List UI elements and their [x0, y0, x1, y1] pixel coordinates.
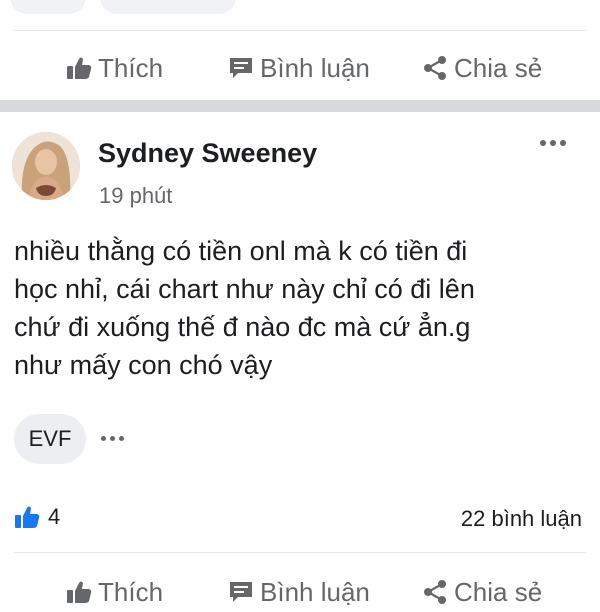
post-author[interactable]: Sydney Sweeney — [98, 138, 317, 169]
previous-reaction-pill — [10, 0, 86, 14]
divider — [14, 30, 586, 31]
post-text-line: như mấy con chó vậy — [14, 350, 273, 380]
blue-thumbs-up-icon — [15, 506, 40, 528]
post-text-line: chứ đi xuống thế đ nào đc mà cứ ẳn.g — [14, 312, 471, 342]
like-label: Thích — [98, 52, 164, 83]
post-text-line: nhiều thằng có tiền onl mà k có tiền đi — [14, 236, 468, 266]
like-button[interactable]: Thích — [66, 48, 163, 88]
previous-reaction-pill — [100, 0, 236, 14]
action-bar-top: Thích Bình luận Chia sẻ — [0, 48, 600, 88]
like-button[interactable]: Thích — [66, 572, 163, 612]
stock-tag-chip[interactable]: EVF — [14, 414, 86, 464]
share-button[interactable]: Chia sẻ — [422, 48, 542, 88]
action-bar-bottom: Thích Bình luận Chia sẻ — [0, 572, 600, 612]
divider — [14, 552, 586, 553]
share-icon — [424, 56, 446, 80]
like-label: Thích — [98, 576, 164, 607]
share-icon — [424, 580, 446, 604]
avatar-image — [12, 132, 80, 200]
like-count[interactable]: 4 — [14, 504, 60, 530]
stock-tag-label: EVF — [28, 426, 72, 451]
more-dots-icon[interactable] — [540, 140, 566, 146]
comment-button[interactable]: Bình luận — [228, 572, 370, 612]
post-separator — [0, 100, 600, 112]
comment-label: Bình luận — [260, 576, 370, 607]
thumbs-up-icon — [67, 57, 92, 79]
like-count-value: 4 — [48, 504, 61, 529]
comment-icon — [230, 58, 252, 78]
comment-label: Bình luận — [260, 52, 370, 83]
share-label: Chia sẻ — [454, 52, 543, 83]
avatar[interactable] — [12, 132, 80, 200]
comment-button[interactable]: Bình luận — [228, 48, 370, 88]
comment-icon — [230, 582, 252, 602]
post-time[interactable]: 19 phút — [99, 183, 172, 209]
tag-more-icon[interactable] — [101, 436, 124, 441]
share-button[interactable]: Chia sẻ — [422, 572, 542, 612]
thumbs-up-icon — [67, 581, 92, 603]
post-text: nhiều thằng có tiền onl mà k có tiền đi … — [14, 232, 586, 384]
comment-count[interactable]: 22 bình luận — [461, 506, 582, 532]
share-label: Chia sẻ — [454, 576, 543, 607]
post-text-line: học nhỉ, cái chart như này chỉ có đi lên — [14, 274, 475, 304]
